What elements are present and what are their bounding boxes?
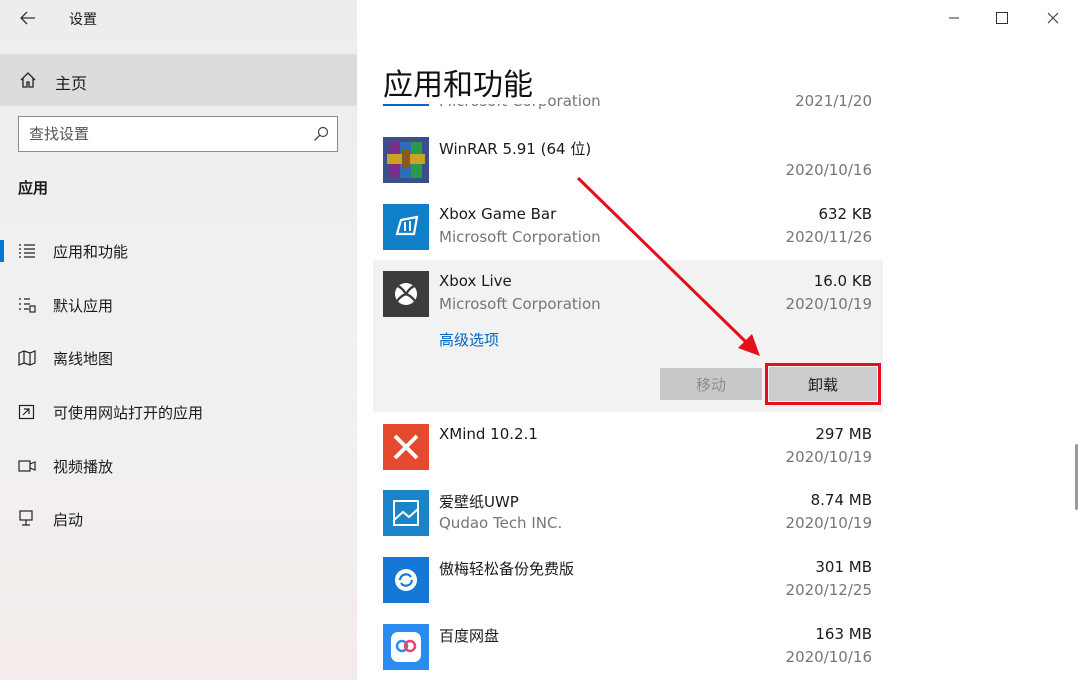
app-size: 297 MB (815, 425, 872, 443)
aomei-backup-icon (383, 557, 429, 603)
video-playback-icon (18, 460, 36, 472)
page-title: 应用和功能 (383, 60, 547, 104)
app-name: 爱壁纸UWP (439, 493, 519, 511)
app-date: 2020/10/16 (785, 161, 872, 179)
website-apps-icon (18, 404, 35, 420)
app-name: WinRAR 5.91 (64 位) (439, 140, 592, 158)
sidebar-item-offline-maps[interactable]: 离线地图 (0, 338, 357, 378)
close-icon (1047, 12, 1059, 24)
sidebar-item-apps-features[interactable]: 应用和功能 (0, 231, 357, 271)
maximize-button[interactable] (985, 6, 1019, 30)
sidebar-item-website-apps[interactable]: 可使用网站打开的应用 (0, 392, 357, 432)
active-indicator (0, 240, 4, 262)
app-size: 632 KB (818, 205, 872, 223)
uninstall-button[interactable]: 卸载 (765, 363, 881, 405)
move-button[interactable]: 移动 (660, 368, 762, 400)
app-size: 301 MB (815, 558, 872, 576)
app-date: 2021/1/20 (795, 92, 872, 110)
sidebar-item-default-apps[interactable]: 默认应用 (0, 285, 357, 325)
app-date: 2020/10/19 (785, 448, 872, 466)
main-content: 应用和功能 Microsoft Corporation 2021/1/20 Wi… (357, 0, 1080, 680)
app-name: XMind 10.2.1 (439, 425, 538, 443)
app-name: Xbox Game Bar (439, 205, 557, 223)
section-title: 应用 (18, 179, 49, 197)
close-button[interactable] (1036, 6, 1070, 30)
default-apps-icon (19, 298, 36, 313)
winrar-icon (383, 137, 429, 183)
xbox-game-bar-icon (383, 204, 429, 250)
app-publisher: Microsoft Corporation (439, 228, 601, 246)
app-row-xbox-game-bar[interactable]: Xbox Game Bar Microsoft Corporation 632 … (373, 204, 883, 264)
sidebar-item-startup[interactable]: 启动 (0, 499, 357, 539)
app-name: 百度网盘 (439, 627, 500, 645)
settings-window: 设置 主页 应用 应用和功能 (0, 0, 1080, 680)
app-row-aibizhi[interactable]: 爱壁纸UWP Qudao Tech INC. 8.74 MB 2020/10/1… (373, 490, 883, 550)
sidebar-item-video-playback[interactable]: 视频播放 (0, 446, 357, 486)
minimize-button[interactable] (937, 6, 971, 30)
app-row-aomei-backup[interactable]: 傲梅轻松备份免费版 301 MB 2020/12/25 (373, 557, 883, 617)
back-arrow-icon (20, 11, 35, 25)
app-date: 2020/10/16 (785, 648, 872, 666)
app-size: 8.74 MB (810, 491, 872, 509)
search-box[interactable] (18, 116, 338, 152)
sidebar: 设置 主页 应用 应用和功能 (0, 0, 357, 680)
app-row-winrar[interactable]: WinRAR 5.91 (64 位) 2020/10/16 (373, 137, 883, 197)
window-title: 设置 (69, 12, 97, 28)
app-size: 16.0 KB (813, 272, 872, 290)
sidebar-item-label: 启动 (53, 511, 84, 529)
app-date: 2020/10/19 (785, 514, 872, 532)
app-row-xbox-live[interactable]: Xbox Live Microsoft Corporation 16.0 KB … (373, 271, 883, 349)
back-button[interactable] (14, 6, 42, 30)
app-publisher: Microsoft Corporation (439, 295, 601, 313)
search-icon[interactable] (313, 126, 329, 142)
app-size: 163 MB (815, 625, 872, 643)
startup-icon (19, 510, 33, 526)
sidebar-item-home[interactable]: 主页 (0, 54, 357, 106)
app-row-xbox-live-selected[interactable]: Xbox Live Microsoft Corporation 16.0 KB … (373, 260, 883, 412)
app-date: 2020/11/26 (785, 228, 872, 246)
app-row-xmind[interactable]: XMind 10.2.1 297 MB 2020/10/19 (373, 424, 883, 484)
app-date: 2020/10/19 (785, 295, 872, 313)
xmind-icon (383, 424, 429, 470)
advanced-options-link[interactable]: 高级选项 (439, 329, 499, 350)
apps-list-icon (19, 244, 35, 258)
xbox-live-icon (383, 271, 429, 317)
search-input[interactable] (29, 124, 299, 144)
sidebar-item-label: 默认应用 (53, 297, 114, 315)
home-icon (20, 72, 36, 88)
sidebar-item-label: 应用和功能 (53, 243, 129, 261)
app-name: 傲梅轻松备份免费版 (439, 560, 575, 578)
app-date: 2020/12/25 (785, 581, 872, 599)
app-publisher: Qudao Tech INC. (439, 514, 563, 532)
baidu-netdisk-icon (383, 624, 429, 670)
sidebar-item-label: 离线地图 (53, 350, 114, 368)
sidebar-item-label: 视频播放 (53, 458, 114, 476)
aibizhi-icon (383, 490, 429, 536)
minimize-icon (949, 17, 959, 19)
app-row-baidu-netdisk[interactable]: 百度网盘 163 MB 2020/10/16 (373, 624, 883, 680)
app-name: Xbox Live (439, 272, 512, 290)
sidebar-item-label: 可使用网站打开的应用 (53, 404, 204, 422)
home-label: 主页 (55, 74, 88, 93)
offline-map-icon (18, 350, 36, 366)
scrollbar[interactable] (1075, 444, 1078, 510)
maximize-icon (996, 12, 1008, 24)
